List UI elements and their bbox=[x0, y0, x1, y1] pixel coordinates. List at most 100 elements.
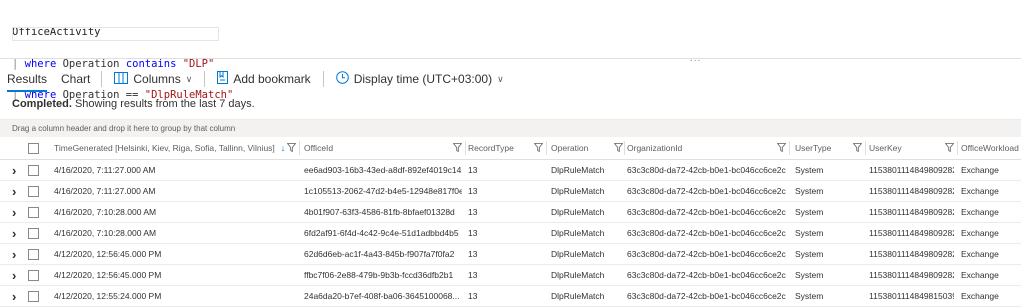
filter-icon[interactable] bbox=[777, 143, 786, 152]
cell-timegenerated: 4/12/2020, 12:56:45.000 PM bbox=[54, 270, 162, 280]
column-divider[interactable] bbox=[465, 141, 466, 155]
column-header-label: OrganizationId bbox=[627, 143, 683, 153]
column-header-organizationid[interactable]: OrganizationId bbox=[627, 137, 790, 159]
column-header-timegenerated[interactable]: TimeGenerated [Helsinki, Kiev, Riga, Sof… bbox=[54, 137, 302, 159]
filter-icon[interactable] bbox=[853, 143, 862, 152]
filter-icon[interactable] bbox=[945, 143, 954, 152]
chevron-down-icon: ∨ bbox=[497, 73, 504, 84]
column-divider[interactable] bbox=[546, 141, 547, 155]
filter-icon[interactable] bbox=[534, 143, 543, 152]
chevron-right-icon[interactable]: › bbox=[12, 181, 22, 201]
cell-usertype: System bbox=[795, 165, 824, 175]
results-toolbar: Results Chart Columns ∨ Add bookmark Dis… bbox=[0, 64, 1021, 94]
bookmark-label: Add bookmark bbox=[233, 72, 311, 86]
cell-officeid: 1c105513-2062-47d2-b4e5-12948e817f0e bbox=[304, 186, 462, 196]
column-divider[interactable] bbox=[624, 141, 625, 155]
column-divider[interactable] bbox=[865, 141, 866, 155]
table-row[interactable]: › 4/16/2020, 7:10:28.000 AM 4b01f907-63f3-… bbox=[0, 202, 1021, 223]
toolbar-divider bbox=[322, 71, 324, 87]
table-row[interactable]: › 4/12/2020, 12:56:45.000 PM 62d6d6eb-ac1f… bbox=[0, 244, 1021, 265]
cell-officeid: 6fd2af91-6f4d-4c42-9c4e-51d1adbbd4b5 bbox=[304, 228, 459, 238]
table-row[interactable]: › 4/12/2020, 12:56:45.000 PM ffbc7f06-2e88… bbox=[0, 265, 1021, 286]
tab-results[interactable]: Results bbox=[0, 64, 54, 94]
chevron-down-icon: ∨ bbox=[185, 73, 193, 84]
column-header-label: Operation bbox=[551, 143, 589, 153]
cell-userkey: 1153801114849809282 bbox=[869, 165, 954, 175]
query-status: Completed. Showing results from the last… bbox=[12, 98, 255, 110]
bookmark-icon bbox=[217, 71, 229, 87]
editor-splitter[interactable] bbox=[0, 58, 1021, 59]
chevron-right-icon[interactable]: › bbox=[12, 286, 22, 306]
cell-organizationid: 63c3c80d-da72-42cb-b0e1-bc046cc6ce2c bbox=[627, 228, 786, 238]
sort-down-arrow-icon[interactable]: ↓ bbox=[281, 143, 286, 153]
cell-userkey: 1153801114849809282 bbox=[869, 228, 954, 238]
column-divider[interactable] bbox=[299, 141, 300, 155]
row-checkbox[interactable] bbox=[28, 265, 39, 285]
chevron-right-icon[interactable]: › bbox=[12, 244, 22, 264]
cell-usertype: System bbox=[795, 207, 824, 217]
cell-timegenerated: 4/16/2020, 7:10:28.000 AM bbox=[54, 207, 157, 217]
table-row[interactable]: › 4/16/2020, 7:10:28.000 AM 6fd2af91-6f4d-… bbox=[0, 223, 1021, 244]
cell-usertype: System bbox=[795, 186, 824, 196]
cell-organizationid: 63c3c80d-da72-42cb-b0e1-bc046cc6ce2c bbox=[627, 207, 786, 217]
column-header-officeid[interactable]: OfficeId bbox=[304, 137, 462, 159]
column-header-userkey[interactable]: UserKey bbox=[869, 137, 954, 159]
cell-recordtype: 13 bbox=[468, 165, 478, 175]
chevron-right-icon[interactable]: › bbox=[12, 160, 22, 180]
row-checkbox[interactable] bbox=[28, 223, 39, 243]
column-header-label: OfficeId bbox=[304, 143, 334, 153]
column-header-recordtype[interactable]: RecordType bbox=[468, 137, 543, 159]
cell-officeid: ee6ad903-16b3-43ed-a8df-892ef4019c14 bbox=[304, 165, 462, 175]
cell-officeid: 4b01f907-63f3-4586-81fb-8bfaef01328d bbox=[304, 207, 455, 217]
row-checkbox[interactable] bbox=[28, 202, 39, 222]
cell-recordtype: 13 bbox=[468, 249, 478, 259]
table-row[interactable]: › 4/16/2020, 7:11:27.000 AM ee6ad903-16b3-… bbox=[0, 160, 1021, 181]
toolbar-divider bbox=[101, 71, 103, 87]
cell-timegenerated: 4/12/2020, 12:56:45.000 PM bbox=[54, 249, 162, 259]
cell-organizationid: 63c3c80d-da72-42cb-b0e1-bc046cc6ce2c bbox=[627, 165, 786, 175]
filter-icon[interactable] bbox=[453, 143, 462, 152]
cell-officeworkload: Exchange bbox=[961, 291, 999, 301]
columns-button[interactable]: Columns ∨ bbox=[106, 64, 200, 94]
cell-operation: DlpRuleMatch bbox=[551, 207, 605, 217]
cell-officeworkload: Exchange bbox=[961, 249, 999, 259]
chevron-right-icon[interactable]: › bbox=[12, 202, 22, 222]
select-all-checkbox[interactable] bbox=[28, 137, 39, 159]
cell-userkey: 1153801114849809282 bbox=[869, 207, 954, 217]
cell-officeid: ffbc7f06-2e88-479b-9b3b-fccd36dfb2b1 bbox=[304, 270, 454, 280]
columns-icon bbox=[114, 71, 129, 87]
column-divider[interactable] bbox=[789, 141, 790, 155]
column-header-operation[interactable]: Operation bbox=[551, 137, 623, 159]
row-checkbox[interactable] bbox=[28, 286, 39, 306]
filter-icon[interactable] bbox=[287, 143, 296, 152]
add-bookmark-button[interactable]: Add bookmark bbox=[209, 64, 318, 94]
display-time-dropdown[interactable]: Display time (UTC+03:00) ∨ bbox=[328, 64, 512, 94]
query-editor[interactable]: OfficeActivity | where Operation contain… bbox=[0, 0, 1021, 100]
table-row[interactable]: › 4/12/2020, 12:55:24.000 PM 24a6da20-b7ef… bbox=[0, 286, 1021, 307]
cell-userkey: 1153801114849809282 bbox=[869, 249, 954, 259]
cell-timegenerated: 4/12/2020, 12:55:24.000 PM bbox=[54, 291, 162, 301]
row-checkbox[interactable] bbox=[28, 181, 39, 201]
row-checkbox[interactable] bbox=[28, 244, 39, 264]
row-checkbox[interactable] bbox=[28, 160, 39, 180]
column-header-label: UserKey bbox=[869, 143, 902, 153]
cell-officeworkload: Exchange bbox=[961, 165, 999, 175]
chevron-right-icon[interactable]: › bbox=[12, 265, 22, 285]
group-by-drop-zone[interactable]: Drag a column header and drop it here to… bbox=[0, 120, 1021, 137]
cell-recordtype: 13 bbox=[468, 270, 478, 280]
column-header-label: TimeGenerated [Helsinki, Kiev, Riga, Sof… bbox=[54, 143, 275, 153]
column-header-officeworkload[interactable]: OfficeWorkload bbox=[961, 137, 1021, 159]
cell-officeworkload: Exchange bbox=[961, 270, 999, 280]
cell-officeworkload: Exchange bbox=[961, 207, 999, 217]
cell-operation: DlpRuleMatch bbox=[551, 249, 605, 259]
cell-officeworkload: Exchange bbox=[961, 186, 999, 196]
cell-operation: DlpRuleMatch bbox=[551, 228, 605, 238]
cell-operation: DlpRuleMatch bbox=[551, 186, 605, 196]
tab-chart[interactable]: Chart bbox=[54, 64, 97, 94]
filter-icon[interactable] bbox=[614, 143, 623, 152]
cell-officeworkload: Exchange bbox=[961, 228, 999, 238]
table-row[interactable]: › 4/16/2020, 7:11:27.000 AM 1c105513-2062-… bbox=[0, 181, 1021, 202]
column-divider[interactable] bbox=[957, 141, 958, 155]
chevron-right-icon[interactable]: › bbox=[12, 223, 22, 243]
current-line-highlight bbox=[12, 27, 219, 41]
